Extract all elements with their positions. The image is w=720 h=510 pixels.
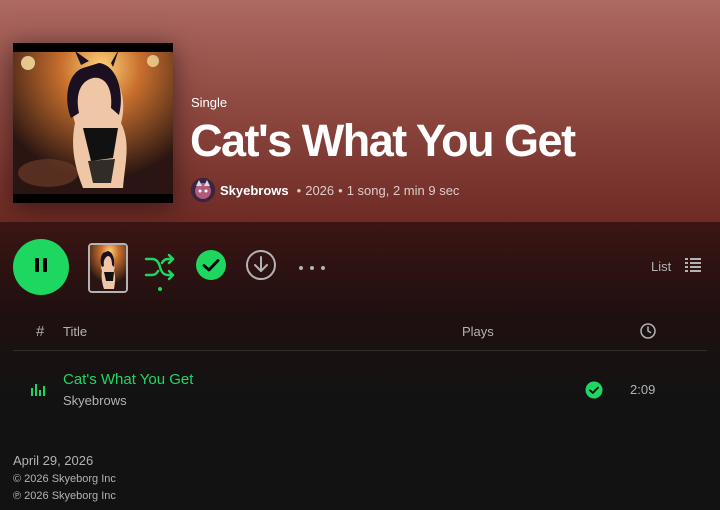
artist-link[interactable]: Skyebrows bbox=[220, 183, 289, 198]
pause-icon bbox=[32, 256, 50, 279]
meta-separator: • bbox=[296, 182, 302, 198]
column-header-plays: Plays bbox=[462, 324, 494, 339]
check-circle-icon bbox=[195, 249, 227, 286]
album-page: Single Cat's What You Get Skyebrows • 20… bbox=[0, 0, 720, 510]
track-artist[interactable]: Skyebrows bbox=[63, 393, 127, 408]
download-button[interactable] bbox=[244, 249, 278, 286]
column-header-number: # bbox=[36, 323, 45, 340]
now-playing-thumbnail[interactable] bbox=[88, 243, 128, 293]
track-row[interactable]: Cat's What You Get Skyebrows 2:09 bbox=[13, 362, 707, 418]
release-date: April 29, 2026 bbox=[13, 453, 94, 468]
tracklist-divider bbox=[13, 350, 707, 351]
view-mode-toggle[interactable]: List bbox=[651, 258, 702, 275]
more-options-button[interactable] bbox=[297, 258, 327, 276]
album-cover-image bbox=[13, 43, 173, 203]
saved-to-library-button[interactable] bbox=[195, 249, 227, 286]
shuffle-button[interactable] bbox=[143, 252, 177, 286]
album-summary: 1 song, 2 min 9 sec bbox=[346, 182, 460, 198]
track-title[interactable]: Cat's What You Get bbox=[63, 371, 193, 388]
shuffle-active-indicator bbox=[158, 287, 162, 291]
pause-button[interactable] bbox=[13, 239, 69, 295]
release-year: 2026 bbox=[305, 182, 335, 198]
list-icon bbox=[685, 258, 702, 275]
album-type-label: Single bbox=[191, 95, 228, 110]
meta-separator: • bbox=[338, 182, 343, 198]
copyright-text: © 2026 Skyeborg Inc bbox=[13, 473, 116, 485]
artist-avatar[interactable] bbox=[191, 178, 215, 202]
clock-icon bbox=[640, 323, 656, 342]
column-header-title: Title bbox=[63, 324, 88, 339]
equalizer-icon bbox=[31, 382, 45, 401]
shuffle-icon bbox=[144, 253, 176, 286]
track-duration: 2:09 bbox=[630, 382, 656, 397]
check-circle-icon[interactable] bbox=[585, 381, 603, 399]
column-header-duration bbox=[640, 323, 656, 342]
album-title: Cat's What You Get bbox=[190, 115, 576, 166]
download-icon bbox=[245, 249, 277, 286]
album-meta: Skyebrows • 2026 • 1 song, 2 min 9 sec bbox=[191, 178, 459, 202]
more-horizontal-icon bbox=[298, 258, 326, 276]
view-mode-label: List bbox=[651, 259, 672, 274]
phonographic-copyright-text: ℗ 2026 Skyeborg Inc bbox=[13, 490, 116, 502]
